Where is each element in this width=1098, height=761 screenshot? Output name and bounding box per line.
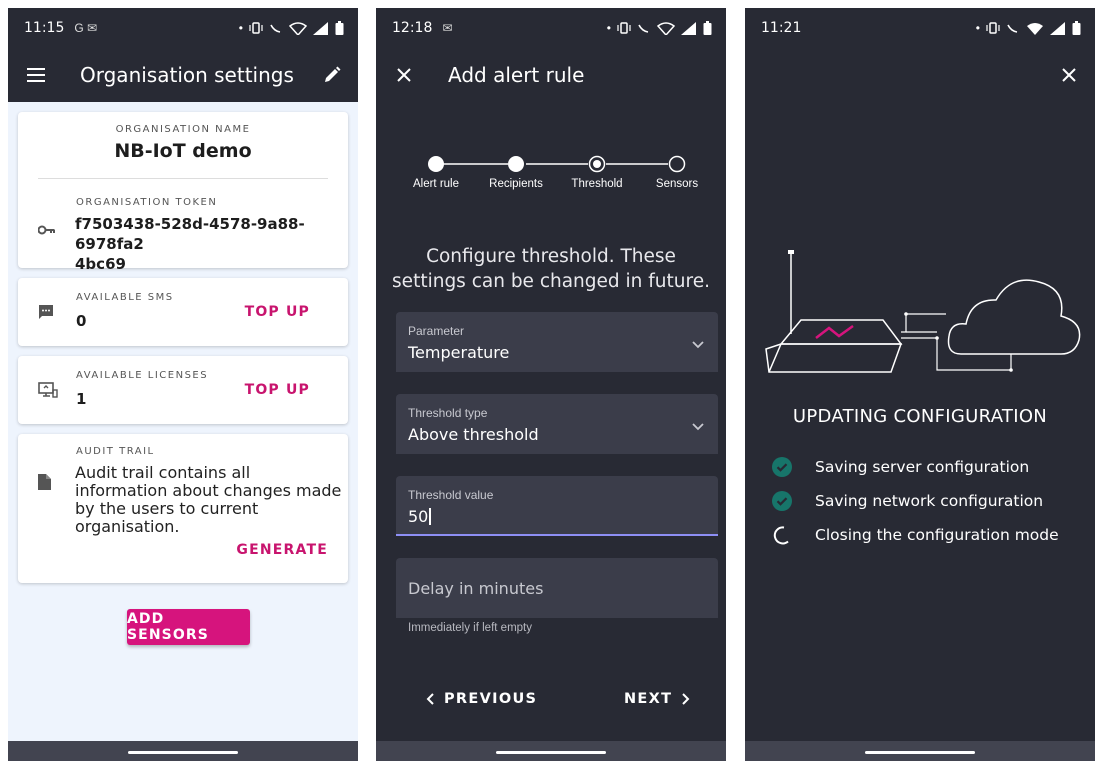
heading-line2: settings can be changed in future. [392,271,710,292]
chevron-down-icon [692,418,704,436]
license-icon [38,382,58,403]
threshold-type-label: Threshold type [408,406,488,420]
step-recipients[interactable]: Recipients [489,178,543,190]
heading-line1: Configure threshold. These [426,246,676,267]
status-bar: 12:18 ✉ • [376,8,726,48]
parameter-select[interactable]: Parameter Temperature [396,312,718,372]
sms-icon [38,304,54,325]
parameter-value: Temperature [408,343,510,362]
status-time: 12:18 [392,20,433,36]
edit-icon[interactable] [308,51,356,99]
chevron-down-icon [692,336,704,354]
status-item-server: Saving server configuration [771,456,1029,478]
app-bar: Organisation settings [8,48,358,102]
spinner-icon [771,524,793,546]
add-sensors-button[interactable]: ADD SENSORS [127,609,250,645]
audit-description: Audit trail contains all information abo… [75,463,342,536]
close-icon[interactable] [1045,51,1093,99]
gesture-nav-bar [376,741,726,761]
threshold-type-select[interactable]: Threshold type Above threshold [396,394,718,454]
step-alert-rule[interactable]: Alert rule [413,178,459,190]
status-item-closing-label: Closing the configuration mode [815,526,1059,544]
system-icons: • [976,21,1081,35]
document-icon [38,474,51,495]
org-token-label: ORGANISATION TOKEN [76,197,218,208]
delay-input[interactable]: Delay in minutes [396,558,718,618]
generate-button[interactable]: GENERATE [236,542,328,558]
close-icon[interactable] [380,51,428,99]
audit-label: AUDIT TRAIL [76,446,155,457]
system-icons: • [239,21,344,35]
threshold-heading: Configure threshold. These settings can … [376,244,726,294]
app-bar: Add alert rule [376,48,726,102]
previous-label: PREVIOUS [444,691,538,707]
licenses-topup-button[interactable]: TOP UP [245,382,310,398]
threshold-value-label: Threshold value [408,488,494,502]
threshold-type-value: Above threshold [408,425,539,444]
org-token-line1: f7503438-528d-4578-9a88-6978fa2 [75,215,305,253]
screen-add-alert-rule: 12:18 ✉ • Add alert rule Alert rule Reci… [376,8,726,761]
chevron-right-icon [682,693,690,705]
previous-button[interactable]: PREVIOUS [426,691,537,707]
status-time: 11:15 [24,20,65,36]
notification-icons: ✉ [442,21,453,35]
status-item-closing: Closing the configuration mode [771,524,1059,546]
status-time: 11:21 [761,20,802,36]
audit-trail-card: AUDIT TRAIL Audit trail contains all inf… [18,434,348,583]
divider [38,178,328,179]
delay-helper-text: Immediately if left empty [408,622,532,634]
status-item-server-label: Saving server configuration [815,458,1030,476]
notification-icons: G ✉ [74,21,98,35]
check-circle-icon [771,490,793,512]
page-title: Organisation settings [80,63,294,87]
parameter-label: Parameter [408,324,465,338]
threshold-value: 50 [408,507,432,526]
key-icon [37,222,56,240]
updating-title: UPDATING CONFIGURATION [792,406,1048,427]
gesture-nav-bar [745,741,1095,761]
sms-value: 0 [76,312,87,330]
organisation-card: ORGANISATION NAME NB-IoT demo ORGANISATI… [18,112,348,273]
gesture-nav-bar [8,741,358,761]
check-circle-icon [771,456,793,478]
org-token-line2: 4bc69 [75,255,126,273]
licenses-label: AVAILABLE LICENSES [76,370,209,381]
sms-topup-button[interactable]: TOP UP [245,304,310,320]
org-token[interactable]: f7503438-528d-4578-9a88-6978fa2 4bc69 [75,214,348,274]
home-handle[interactable] [865,751,975,754]
threshold-value-text: 50 [408,507,429,526]
threshold-value-input[interactable]: Threshold value 50 [396,476,718,536]
text-cursor [429,508,432,525]
status-bar: 11:21 • [745,8,1095,48]
sms-card: AVAILABLE SMS 0 TOP UP [18,278,348,346]
org-name-label: ORGANISATION NAME [115,124,251,135]
licenses-card: AVAILABLE LICENSES 1 TOP UP [18,356,348,424]
menu-icon[interactable] [12,51,60,99]
home-handle[interactable] [496,751,606,754]
system-icons: • [607,21,712,35]
status-bar: 11:15 G ✉ • [8,8,358,48]
licenses-value: 1 [76,390,87,408]
step-sensors[interactable]: Sensors [656,178,698,190]
delay-label: Delay in minutes [408,579,544,598]
sms-label: AVAILABLE SMS [76,292,174,303]
page-title: Add alert rule [448,63,585,87]
home-handle[interactable] [128,751,238,754]
step-threshold[interactable]: Threshold [571,178,622,190]
router-cloud-illustration [765,250,1081,373]
stepper [376,150,726,200]
next-label: NEXT [624,691,673,707]
org-name: NB-IoT demo [114,140,252,162]
screen-organisation-settings: 11:15 G ✉ • Organisation settings ORGANI… [8,8,358,761]
status-item-network-label: Saving network configuration [815,492,1044,510]
status-item-network: Saving network configuration [771,490,1043,512]
next-button[interactable]: NEXT [624,691,690,707]
chevron-left-icon [426,693,434,705]
app-bar [745,48,1095,102]
screen-updating-configuration: 11:21 • UPDATING CONFIGURATION Saving se… [745,8,1095,761]
